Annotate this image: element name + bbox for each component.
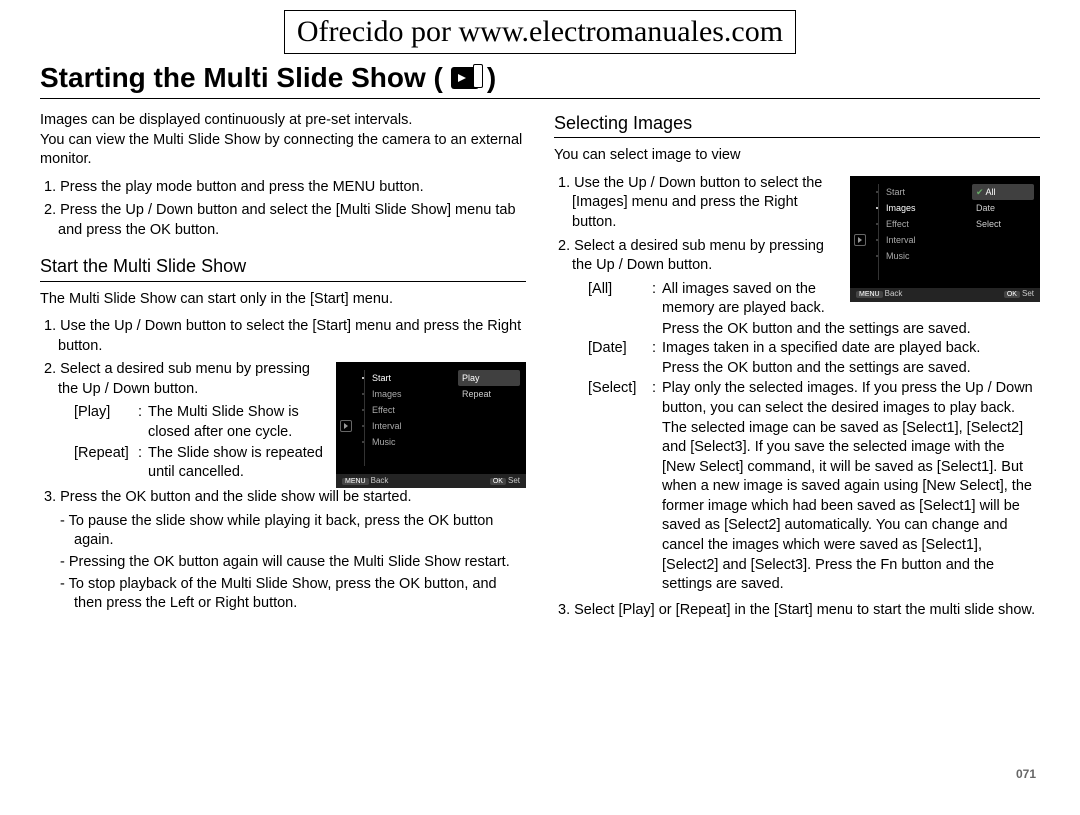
menu-key-icon: MENU: [342, 478, 369, 485]
start-step-3: 3. Press the OK button and the slide sho…: [58, 488, 526, 508]
ok-key-icon: OK: [490, 478, 506, 485]
sub-select: Select: [972, 216, 1034, 232]
menu-interval: Interval: [876, 232, 1032, 248]
screen2-footer: MENUBack OKSet: [850, 288, 1040, 302]
sub-all: ✔All: [972, 184, 1034, 200]
play-mode-icon: [854, 234, 866, 246]
start-step-3c: - To stop playback of the Multi Slide Sh…: [74, 575, 526, 614]
screen1-submenu: Play Repeat: [458, 370, 520, 402]
sel-step-2: 2. Select a desired sub menu by pressing…: [572, 237, 840, 276]
def-select: [Select] : Play only the selected images…: [588, 379, 1040, 594]
attribution-banner: Ofrecido por www.electromanuales.com: [284, 10, 796, 54]
selecting-intro: You can select image to view: [554, 146, 1040, 166]
start-step-3b: - Pressing the OK button again will caus…: [74, 553, 526, 573]
check-icon: ✔: [976, 187, 984, 197]
sel-step-1: 1. Use the Up / Down button to select th…: [572, 174, 840, 233]
page-number: 071: [1016, 767, 1036, 781]
slideshow-icon: [451, 67, 479, 89]
step-2: 2. Press the Up / Down button and select…: [58, 201, 526, 240]
sub-heading-start: Start the Multi Slide Show: [40, 254, 526, 281]
menu-interval: Interval: [362, 418, 518, 434]
sub-heading-selecting: Selecting Images: [554, 111, 1040, 138]
intro-para: Images can be displayed continuously at …: [40, 111, 526, 170]
menu-effect: Effect: [362, 402, 518, 418]
sub-play: Play: [458, 370, 520, 386]
start-note: The Multi Slide Show can start only in t…: [40, 290, 526, 310]
title-text-suffix: ): [487, 62, 496, 94]
menu-key-icon: MENU: [856, 291, 883, 298]
menu-music: Music: [362, 434, 518, 450]
def-all-cont: Press the OK button and the settings are…: [662, 320, 1040, 340]
title-text-prefix: Starting the Multi Slide Show (: [40, 62, 443, 94]
camera-screen-images: Start Images Effect Interval Music ✔All …: [850, 176, 1040, 302]
start-step-2: 2. Select a desired sub menu by pressing…: [58, 360, 326, 399]
def-repeat: [Repeat] : The Slide show is repeated un…: [74, 444, 326, 483]
right-column: Selecting Images You can select image to…: [554, 111, 1040, 624]
sel-step-3: 3. Select [Play] or [Repeat] in the [Sta…: [572, 601, 1040, 621]
camera-screen-start: Start Images Effect Interval Music Play …: [336, 362, 526, 488]
play-mode-icon: [340, 420, 352, 432]
step2-with-screen: 2. Select a desired sub menu by pressing…: [40, 360, 526, 488]
step-1: 1. Press the play mode button and press …: [58, 178, 526, 198]
selecting-steps-with-screen: 1. Use the Up / Down button to select th…: [554, 174, 1040, 320]
screen1-footer: MENUBack OKSet: [336, 474, 526, 488]
def-date: [Date] : Images taken in a specified dat…: [588, 339, 1040, 378]
menu-music: Music: [876, 248, 1032, 264]
def-all: [All] : All images saved on the memory a…: [588, 280, 840, 319]
screen2-submenu: ✔All Date Select: [972, 184, 1034, 232]
content-columns: Images can be displayed continuously at …: [40, 111, 1040, 624]
ok-key-icon: OK: [1004, 291, 1020, 298]
def-play: [Play] : The Multi Slide Show is closed …: [74, 403, 326, 442]
sub-date: Date: [972, 200, 1034, 216]
manual-page: Ofrecido por www.electromanuales.com Sta…: [0, 0, 1080, 795]
left-column: Images can be displayed continuously at …: [40, 111, 526, 624]
page-title: Starting the Multi Slide Show ( ): [40, 62, 1040, 99]
start-step-3a: - To pause the slide show while playing …: [74, 512, 526, 551]
start-step-1: 1. Use the Up / Down button to select th…: [58, 317, 526, 356]
sub-repeat: Repeat: [458, 386, 520, 402]
